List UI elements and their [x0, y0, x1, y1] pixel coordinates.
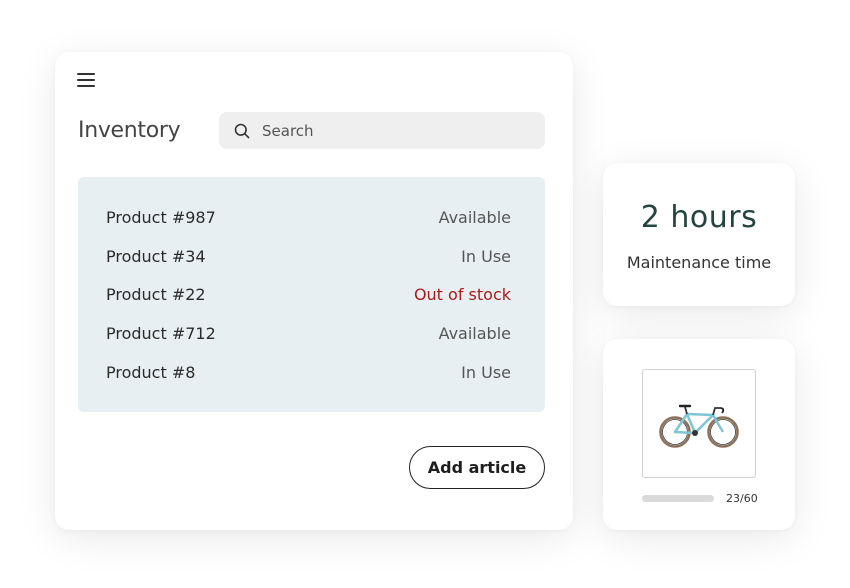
- list-item[interactable]: Product #712 Available: [78, 314, 545, 353]
- product-name: Product #712: [106, 324, 216, 344]
- search-bar[interactable]: [219, 112, 545, 149]
- add-article-button[interactable]: Add article: [409, 446, 545, 489]
- product-name: Product #34: [106, 246, 206, 266]
- list-item[interactable]: Product #987 Available: [78, 198, 545, 237]
- search-icon: [234, 123, 250, 138]
- product-name: Product #987: [106, 207, 216, 227]
- list-item[interactable]: Product #8 In Use: [78, 353, 545, 392]
- hamburger-menu-icon[interactable]: [77, 72, 95, 88]
- product-thumbnail[interactable]: [642, 369, 756, 478]
- maintenance-value: 2 hours: [640, 200, 758, 235]
- progress-bar: [642, 495, 714, 502]
- product-name: Product #8: [106, 363, 196, 383]
- inventory-list: Product #987 Available Product #34 In Us…: [78, 177, 545, 412]
- progress-fill: [642, 495, 670, 502]
- product-preview-card: 23/60: [603, 339, 795, 530]
- product-status: Available: [438, 207, 511, 227]
- list-item[interactable]: Product #22 Out of stock: [78, 276, 545, 315]
- inventory-card: Inventory Product #987 Available Product…: [55, 52, 573, 530]
- product-name: Product #22: [106, 285, 206, 305]
- maintenance-label: Maintenance time: [626, 253, 772, 272]
- menu-line: [77, 79, 95, 81]
- list-item[interactable]: Product #34 In Use: [78, 237, 545, 276]
- menu-line: [77, 85, 95, 87]
- product-status: Available: [438, 324, 511, 344]
- product-status: In Use: [461, 363, 511, 383]
- page-title: Inventory: [78, 118, 181, 143]
- progress-count: 23/60: [726, 492, 758, 505]
- menu-line: [77, 73, 95, 75]
- search-input[interactable]: [262, 121, 522, 140]
- bicycle-icon: [659, 404, 739, 448]
- stage: Inventory Product #987 Available Product…: [0, 0, 850, 588]
- product-status: In Use: [461, 246, 511, 266]
- product-status-out-of-stock: Out of stock: [413, 285, 511, 305]
- maintenance-card: 2 hours Maintenance time: [603, 163, 795, 306]
